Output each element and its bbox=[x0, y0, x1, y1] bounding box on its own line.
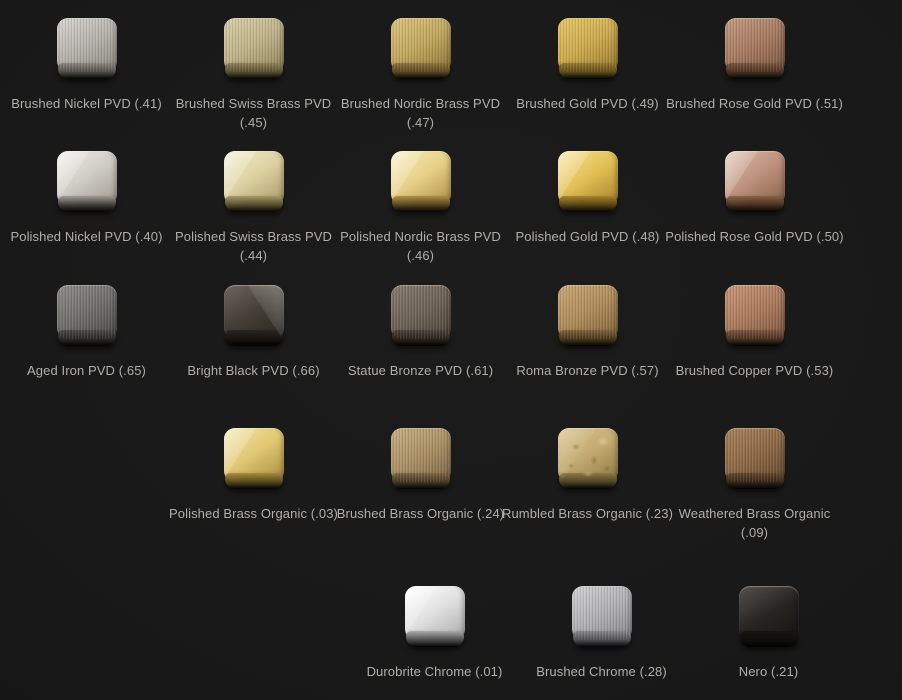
finish-option-nero[interactable]: Nero (.21) bbox=[685, 586, 852, 681]
finish-option-weathered-brass-organic[interactable]: Weathered Brass Organic (.09) bbox=[671, 428, 838, 542]
finish-option-brushed-chrome[interactable]: Brushed Chrome (.28) bbox=[518, 586, 685, 681]
bright-black-swatch bbox=[224, 285, 284, 339]
brushed-brass-organic-swatch bbox=[391, 428, 451, 482]
finish-option-polished-nickel-pvd[interactable]: Polished Nickel PVD (.40) bbox=[3, 151, 170, 265]
finish-option-brushed-swiss-brass-pvd[interactable]: Brushed Swiss Brass PVD (.45) bbox=[170, 18, 337, 132]
brushed-rose-gold-swatch bbox=[725, 18, 785, 72]
finish-option-brushed-copper-pvd[interactable]: Brushed Copper PVD (.53) bbox=[671, 285, 838, 380]
finish-option-polished-gold-pvd[interactable]: Polished Gold PVD (.48) bbox=[504, 151, 671, 265]
finish-option-brushed-brass-organic[interactable]: Brushed Brass Organic (.24) bbox=[337, 428, 504, 542]
finish-option-brushed-gold-pvd[interactable]: Brushed Gold PVD (.49) bbox=[504, 18, 671, 132]
finish-row-brushed-pvd: Brushed Nickel PVD (.41) Brushed Swiss B… bbox=[0, 18, 838, 132]
finish-option-brushed-rose-gold-pvd[interactable]: Brushed Rose Gold PVD (.51) bbox=[671, 18, 838, 132]
finish-label: Polished Rose Gold PVD (.50) bbox=[655, 227, 855, 246]
finish-option-polished-brass-organic[interactable]: Polished Brass Organic (.03) bbox=[170, 428, 337, 542]
finish-label: Weathered Brass Organic (.09) bbox=[655, 504, 855, 542]
polished-brass-organic-swatch bbox=[224, 428, 284, 482]
finish-option-polished-nordic-brass-pvd[interactable]: Polished Nordic Brass PVD (.46) bbox=[337, 151, 504, 265]
brushed-chrome-swatch bbox=[572, 586, 632, 640]
finish-option-brushed-nickel-pvd[interactable]: Brushed Nickel PVD (.41) bbox=[3, 18, 170, 132]
finish-option-statue-bronze-pvd[interactable]: Statue Bronze PVD (.61) bbox=[337, 285, 504, 380]
brushed-swiss-brass-swatch bbox=[224, 18, 284, 72]
finish-option-bright-black-pvd[interactable]: Bright Black PVD (.66) bbox=[170, 285, 337, 380]
finish-option-rumbled-brass-organic[interactable]: Rumbled Brass Organic (.23) bbox=[504, 428, 671, 542]
rumbled-brass-organic-swatch bbox=[558, 428, 618, 482]
aged-iron-swatch bbox=[57, 285, 117, 339]
durobrite-chrome-swatch bbox=[405, 586, 465, 640]
brushed-copper-swatch bbox=[725, 285, 785, 339]
finish-label: Brushed Copper PVD (.53) bbox=[655, 361, 855, 380]
polished-swiss-brass-swatch bbox=[224, 151, 284, 205]
brushed-gold-swatch bbox=[558, 18, 618, 72]
brushed-nickel-swatch bbox=[57, 18, 117, 72]
finish-selector-panel: Brushed Nickel PVD (.41) Brushed Swiss B… bbox=[0, 0, 902, 700]
finish-option-polished-rose-gold-pvd[interactable]: Polished Rose Gold PVD (.50) bbox=[671, 151, 838, 265]
finish-row-dark-bronze-pvd: Aged Iron PVD (.65) Bright Black PVD (.6… bbox=[0, 285, 838, 380]
statue-bronze-swatch bbox=[391, 285, 451, 339]
finish-row-organic-brass: Polished Brass Organic (.03) Brushed Bra… bbox=[0, 428, 838, 542]
finish-label: Nero (.21) bbox=[669, 662, 869, 681]
finish-option-roma-bronze-pvd[interactable]: Roma Bronze PVD (.57) bbox=[504, 285, 671, 380]
polished-gold-swatch bbox=[558, 151, 618, 205]
weathered-brass-organic-swatch bbox=[725, 428, 785, 482]
finish-option-durobrite-chrome[interactable]: Durobrite Chrome (.01) bbox=[351, 586, 518, 681]
finish-option-polished-swiss-brass-pvd[interactable]: Polished Swiss Brass PVD (.44) bbox=[170, 151, 337, 265]
polished-rose-gold-swatch bbox=[725, 151, 785, 205]
finish-row-polished-pvd: Polished Nickel PVD (.40) Polished Swiss… bbox=[0, 151, 838, 265]
roma-bronze-swatch bbox=[558, 285, 618, 339]
brushed-nordic-brass-swatch bbox=[391, 18, 451, 72]
nero-swatch bbox=[739, 586, 799, 640]
finish-label: Brushed Rose Gold PVD (.51) bbox=[655, 94, 855, 113]
finish-option-brushed-nordic-brass-pvd[interactable]: Brushed Nordic Brass PVD (.47) bbox=[337, 18, 504, 132]
finish-row-chrome: Durobrite Chrome (.01) Brushed Chrome (.… bbox=[0, 586, 852, 681]
polished-nordic-brass-swatch bbox=[391, 151, 451, 205]
finish-option-aged-iron-pvd[interactable]: Aged Iron PVD (.65) bbox=[3, 285, 170, 380]
polished-nickel-swatch bbox=[57, 151, 117, 205]
